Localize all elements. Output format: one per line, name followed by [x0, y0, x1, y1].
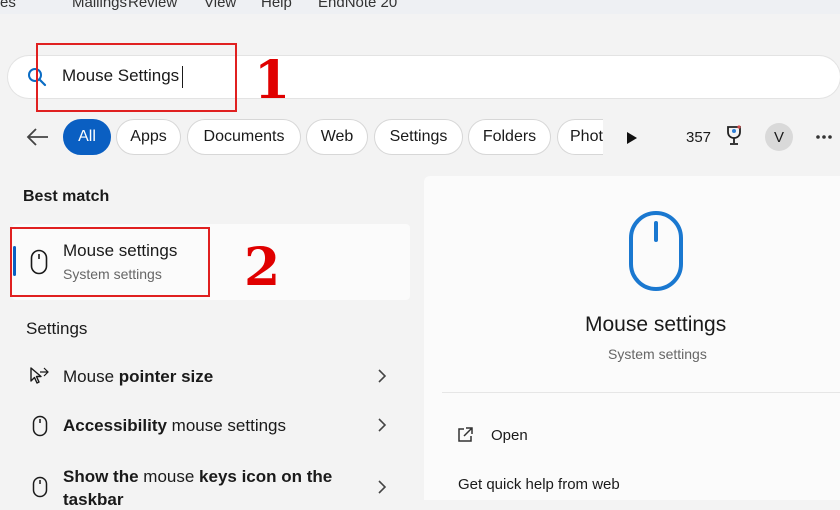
ribbon-tab-view[interactable]: View	[204, 0, 236, 11]
chevron-right-icon[interactable]	[377, 418, 387, 432]
more-options-icon[interactable]	[815, 134, 833, 140]
filter-chip-folders[interactable]: Folders	[468, 119, 551, 155]
settings-item-label-line2: taskbar	[63, 490, 124, 509]
preview-subtitle: System settings	[608, 346, 707, 362]
account-avatar[interactable]: V	[765, 123, 793, 151]
filter-chip-web[interactable]: Web	[306, 119, 368, 155]
rewards-points: 357	[686, 129, 712, 146]
chevron-right-icon[interactable]	[377, 369, 387, 383]
annotation-box-2	[10, 227, 210, 297]
scroll-right-play-icon[interactable]	[626, 131, 638, 145]
pointer-size-icon	[30, 367, 49, 384]
ribbon-tab-review[interactable]: Review	[128, 0, 177, 11]
open-action[interactable]: Open	[491, 427, 528, 444]
annotation-box-1	[36, 43, 237, 112]
mouse-icon	[32, 415, 48, 437]
annotation-number-2: 2	[244, 237, 281, 298]
back-arrow-icon[interactable]	[26, 127, 50, 147]
settings-item-label: Show the mouse keys icon on the	[63, 467, 333, 486]
filter-chip-photos[interactable]: Phot	[557, 119, 603, 155]
filter-chip-all[interactable]: All	[63, 119, 111, 155]
ribbon-tab-endnote[interactable]: EndNote 20	[318, 0, 397, 11]
chevron-right-icon[interactable]	[377, 480, 387, 494]
filter-chip-documents[interactable]: Documents	[187, 119, 301, 155]
filter-chip-settings[interactable]: Settings	[374, 119, 463, 155]
word-ribbon-tabs: es Mailings Review View Help EndNote 20	[0, 0, 840, 14]
preview-title: Mouse settings	[585, 313, 727, 336]
filter-chip-apps[interactable]: Apps	[116, 119, 181, 155]
divider	[442, 392, 840, 393]
settings-heading: Settings	[26, 319, 88, 338]
settings-item-label: Accessibility mouse settings	[63, 416, 287, 435]
rewards-trophy-icon[interactable]	[723, 124, 745, 148]
ribbon-tab[interactable]: es	[0, 0, 16, 11]
annotation-number-1: 1	[254, 50, 291, 111]
settings-item-label: Mouse pointer size	[63, 367, 214, 386]
ribbon-tab-help[interactable]: Help	[261, 0, 292, 11]
best-match-heading: Best match	[23, 188, 110, 205]
quick-help-web-action[interactable]: Get quick help from web	[458, 476, 620, 493]
mouse-icon	[32, 476, 48, 498]
ribbon-tab-mailings[interactable]: Mailings	[72, 0, 127, 11]
open-external-icon	[458, 427, 473, 442]
mouse-icon	[629, 211, 683, 291]
